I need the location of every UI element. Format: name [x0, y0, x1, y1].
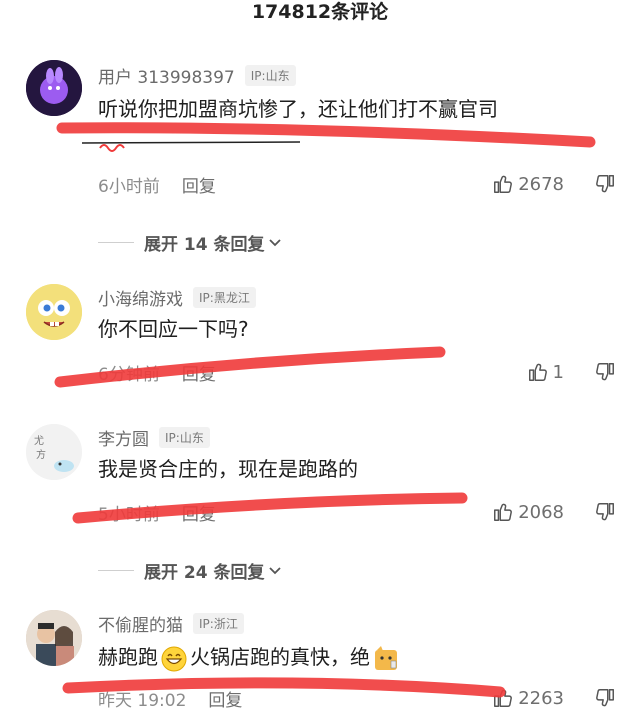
- chevron-down-icon: [268, 567, 281, 575]
- reply-button[interactable]: 回复: [208, 686, 242, 711]
- username[interactable]: 用户 313998397: [98, 63, 235, 88]
- comment-time: 6分钟前: [98, 364, 160, 385]
- like-count: 2068: [518, 501, 564, 523]
- ip-location-badge: IP:黑龙江: [193, 286, 256, 308]
- expand-replies-label: 展开 14 条回复: [144, 234, 265, 255]
- like-button[interactable]: 2263: [492, 687, 564, 709]
- reply-button[interactable]: 回复: [182, 172, 216, 197]
- svg-text:方: 方: [36, 448, 46, 461]
- username[interactable]: 李方圆: [98, 425, 149, 450]
- svg-text:尤: 尤: [34, 434, 44, 447]
- ip-location-badge: IP:山东: [159, 426, 210, 448]
- ip-location-badge: IP:山东: [244, 64, 296, 86]
- comment-time: 昨天 19:02: [98, 690, 187, 711]
- avatar[interactable]: [26, 60, 82, 116]
- comment-text: 赫跑跑 火锅店跑的真快，绝: [98, 642, 402, 672]
- like-count: 1: [552, 361, 564, 383]
- like-button[interactable]: 2068: [492, 501, 564, 523]
- thumbs-down-icon[interactable]: [594, 173, 616, 195]
- chevron-down-icon: [268, 239, 281, 247]
- comment-text: 听说你把加盟商坑惨了，还让他们打不赢官司: [98, 97, 498, 121]
- thumbs-down-icon[interactable]: [594, 687, 616, 709]
- like-count: 2678: [518, 173, 564, 195]
- grinning-face-icon: [161, 646, 187, 671]
- comment-time: 6小时前: [98, 176, 160, 197]
- thumbs-up-icon: [528, 363, 547, 381]
- like-count: 2263: [518, 687, 564, 709]
- thumbs-up-cat-icon: [375, 645, 397, 670]
- expand-replies-label: 展开 24 条回复: [144, 562, 265, 583]
- expand-replies-button[interactable]: 展开 14 条回复: [98, 228, 283, 256]
- comment-text: 我是贤合庄的，现在是跑路的: [98, 457, 358, 481]
- thumbs-down-icon[interactable]: [594, 361, 616, 383]
- comment-text: 你不回应一下吗?: [98, 317, 249, 341]
- thumbs-down-icon[interactable]: [594, 501, 616, 523]
- comment-count-title: 174812条评论: [251, 1, 389, 23]
- like-button[interactable]: 1: [527, 361, 564, 383]
- divider: [98, 569, 134, 571]
- comment-text-part: 赫跑跑: [98, 645, 158, 669]
- thumbs-up-icon: [494, 689, 513, 707]
- ip-location-badge: IP:浙江: [193, 612, 244, 634]
- avatar[interactable]: [26, 284, 82, 340]
- thumbs-up-icon: [494, 503, 513, 521]
- reply-button[interactable]: 回复: [182, 500, 216, 525]
- expand-replies-button[interactable]: 展开 24 条回复: [98, 556, 283, 584]
- avatar[interactable]: [26, 610, 82, 666]
- comment-text-part: 火锅店跑的真快，绝: [190, 645, 370, 669]
- username[interactable]: 小海绵游戏: [98, 285, 183, 310]
- like-button[interactable]: 2678: [492, 173, 564, 195]
- thumbs-up-icon: [494, 175, 513, 193]
- username[interactable]: 不偷腥的猫: [98, 611, 183, 636]
- reply-button[interactable]: 回复: [182, 360, 216, 385]
- avatar[interactable]: 尤 方: [26, 424, 82, 480]
- comment-time: 5小时前: [98, 504, 160, 525]
- divider: [98, 241, 134, 243]
